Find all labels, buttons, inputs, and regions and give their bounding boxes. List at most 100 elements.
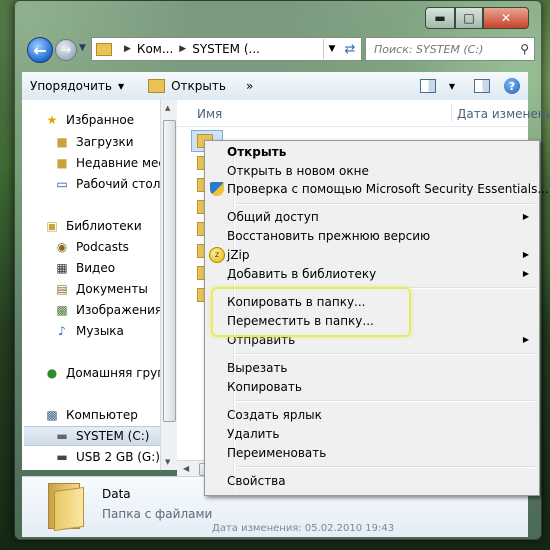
sidebar-item-podcasts[interactable]: ◉ Podcasts xyxy=(54,237,129,257)
sidebar-item-label: Podcasts xyxy=(76,240,129,254)
open-label: Открыть xyxy=(171,79,226,93)
sidebar-item-video[interactable]: ▦ Видео xyxy=(54,258,115,278)
sidebar-item-label: Музыка xyxy=(76,324,124,338)
column-header-name[interactable]: Имя xyxy=(197,107,222,121)
menu-item-create-shortcut[interactable]: Создать ярлык xyxy=(205,405,539,424)
homegroup-icon: ● xyxy=(46,366,58,380)
breadcrumb-computer[interactable]: Ком... xyxy=(137,42,173,56)
search-icon: ⚲ xyxy=(520,42,529,56)
search-box[interactable]: ⚲ xyxy=(365,37,535,61)
computer-icon: ▩ xyxy=(46,408,58,422)
menu-separator xyxy=(235,203,535,205)
sidebar-item-system-drive[interactable]: ▬ SYSTEM (C:) xyxy=(24,426,160,446)
maximize-button[interactable]: □ xyxy=(455,7,483,29)
scrollbar-thumb[interactable] xyxy=(163,120,176,422)
address-dropdown[interactable]: ▼ xyxy=(323,39,340,59)
sidebar-item-libraries[interactable]: ▣ Библиотеки xyxy=(44,216,142,236)
menu-item-jzip[interactable]: z jZip ▶ xyxy=(205,245,539,264)
sidebar-item-favorites[interactable]: ★ Избранное xyxy=(44,110,135,130)
chevron-right-icon[interactable]: ▶ xyxy=(124,44,131,54)
menu-item-delete[interactable]: Удалить xyxy=(205,424,539,443)
submenu-arrow-icon: ▶ xyxy=(522,212,529,221)
navigation-pane-scrollbar[interactable]: ▲ ▼ xyxy=(160,100,177,470)
more-commands-button[interactable]: » xyxy=(238,75,261,97)
menu-item-restore[interactable]: Восстановить прежнюю версию xyxy=(205,226,539,245)
back-button[interactable]: ← xyxy=(27,37,53,63)
menu-item-share[interactable]: Общий доступ ▶ xyxy=(205,207,539,226)
forward-button[interactable]: → xyxy=(55,39,77,61)
address-bar[interactable]: ▶ Ком... ▶ SYSTEM (... ▼ xyxy=(91,37,341,61)
folder-open-icon xyxy=(148,79,166,93)
sidebar-item-documents[interactable]: ▤ Документы xyxy=(54,279,147,299)
menu-item-rename[interactable]: Переименовать xyxy=(205,443,539,462)
sidebar-item-desktop[interactable]: ▭ Рабочий стол xyxy=(54,174,160,194)
star-icon: ★ xyxy=(46,113,58,127)
menu-item-add-library[interactable]: Добавить в библиотеку ▶ xyxy=(205,264,539,283)
organize-button[interactable]: Упорядочить ▼ xyxy=(22,75,132,97)
menu-item-open[interactable]: Открыть xyxy=(205,142,539,161)
submenu-arrow-icon: ▶ xyxy=(522,250,529,259)
organize-label: Упорядочить xyxy=(30,79,112,93)
sidebar-item-images[interactable]: ▩ Изображения xyxy=(54,300,160,320)
folder-large-icon xyxy=(44,483,86,532)
menu-item-cut[interactable]: Вырезать xyxy=(205,358,539,377)
menu-item-label: Свойства xyxy=(227,473,286,488)
menu-item-properties[interactable]: Свойства xyxy=(205,471,539,490)
menu-item-label: Добавить в библиотеку xyxy=(227,266,377,281)
menu-item-label: Восстановить прежнюю версию xyxy=(227,228,431,243)
downloads-folder-icon: ■ xyxy=(56,135,68,149)
scroll-up-icon[interactable]: ▲ xyxy=(165,104,170,112)
sidebar-item-usb-drive[interactable]: ▬ USB 2 GB (G:) xyxy=(54,447,160,467)
submenu-arrow-icon: ▶ xyxy=(522,269,529,278)
help-icon: ? xyxy=(504,78,520,94)
sidebar-item-label: Библиотеки xyxy=(66,219,142,233)
help-button[interactable]: ? xyxy=(500,75,524,97)
open-button[interactable]: Открыть xyxy=(140,75,234,97)
images-icon: ▩ xyxy=(56,303,68,317)
minimize-button[interactable]: ▬ xyxy=(425,7,455,29)
sidebar-item-label: USB 2 GB (G:) xyxy=(76,450,160,464)
folder-icon xyxy=(96,42,112,56)
breadcrumb-system[interactable]: SYSTEM (... xyxy=(192,42,260,56)
column-header-date[interactable]: Дата изменения xyxy=(457,107,550,121)
menu-separator xyxy=(235,400,535,402)
sidebar-item-music[interactable]: ♪ Музыка xyxy=(54,321,124,341)
menu-item-label: Удалить xyxy=(227,426,280,441)
change-view-button[interactable] xyxy=(416,75,440,97)
sidebar-item-downloads[interactable]: ■ Загрузки xyxy=(54,132,133,152)
recent-pages-dropdown[interactable]: ▼ xyxy=(79,43,86,53)
chevron-right-icon[interactable]: ▶ xyxy=(179,44,186,54)
video-icon: ▦ xyxy=(56,261,68,275)
podcast-icon: ◉ xyxy=(56,240,68,254)
close-button[interactable]: ✕ xyxy=(483,7,529,29)
view-dropdown[interactable]: ▼ xyxy=(440,75,464,97)
scroll-down-icon[interactable]: ▼ xyxy=(165,458,170,466)
refresh-button[interactable]: ⇄ xyxy=(339,37,362,61)
menu-item-label: jZip xyxy=(227,247,250,262)
sidebar-item-label: Избранное xyxy=(66,113,135,127)
menu-item-label: Копировать xyxy=(227,379,302,394)
submenu-arrow-icon: ▶ xyxy=(522,335,529,344)
navigation-pane: ★ Избранное ■ Загрузки ■ Недавние места … xyxy=(22,100,160,470)
sidebar-item-label: Рабочий стол xyxy=(76,177,160,191)
menu-item-copy[interactable]: Копировать xyxy=(205,377,539,396)
scroll-left-icon[interactable]: ◀ xyxy=(183,464,189,473)
menu-item-open-new-window[interactable]: Открыть в новом окне xyxy=(205,161,539,180)
sidebar-item-recent[interactable]: ■ Недавние места xyxy=(54,153,160,173)
column-divider[interactable] xyxy=(451,104,452,122)
menu-separator xyxy=(235,466,535,468)
sidebar-item-homegroup[interactable]: ● Домашняя группа xyxy=(44,363,160,383)
drive-icon: ▬ xyxy=(56,429,68,443)
search-input[interactable] xyxy=(372,41,516,57)
refresh-icon: ⇄ xyxy=(344,41,356,57)
usb-drive-icon: ▬ xyxy=(56,450,68,464)
menu-item-label: Создать ярлык xyxy=(227,407,322,422)
libraries-icon: ▣ xyxy=(46,219,58,233)
security-shield-icon xyxy=(209,181,225,197)
sidebar-item-label: Недавние места xyxy=(76,156,160,170)
menu-item-label: Проверка с помощью Microsoft Security Es… xyxy=(227,181,549,196)
preview-pane-button[interactable] xyxy=(470,75,494,97)
menu-item-scan-mse[interactable]: Проверка с помощью Microsoft Security Es… xyxy=(205,179,549,198)
chevron-down-icon: ▼ xyxy=(448,81,456,91)
sidebar-item-computer[interactable]: ▩ Компьютер xyxy=(44,405,138,425)
